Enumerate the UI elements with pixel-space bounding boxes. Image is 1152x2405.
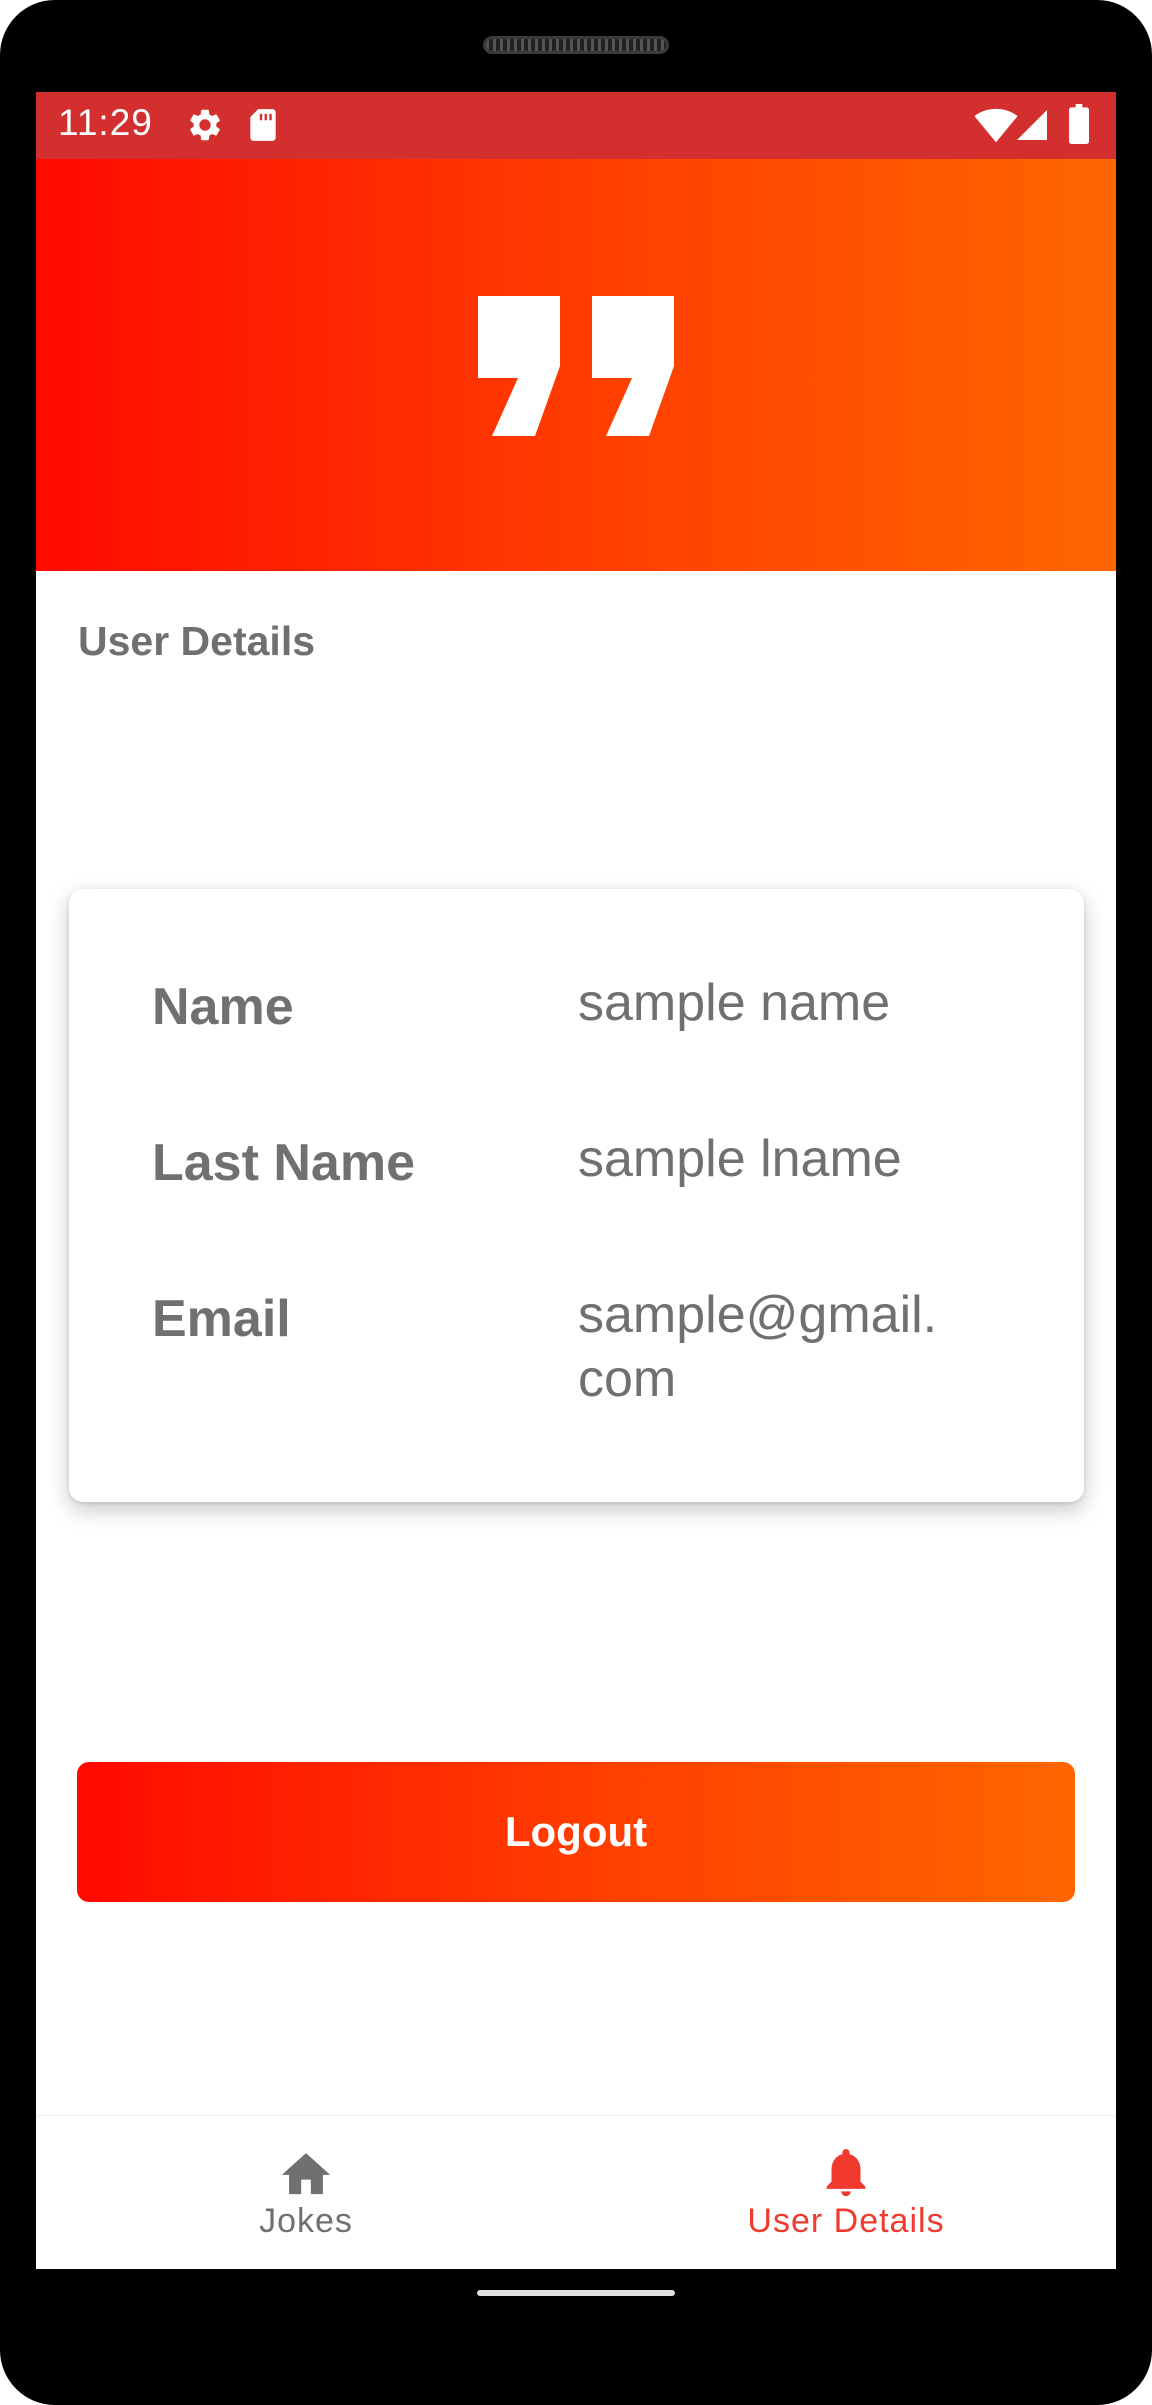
name-label: Name [152,978,294,1036]
last-name-label: Last Name [152,1134,415,1192]
bottom-navigation: Jokes User Details [36,2115,1116,2269]
signal-icon [1017,110,1047,140]
header-banner [36,159,1116,571]
email-value: sample@gmail.com [578,1286,938,1408]
nav-label-user-details: User Details [747,2202,945,2240]
home-indicator[interactable] [477,2290,675,2296]
gear-icon [190,109,220,141]
earpiece-speaker [483,36,669,54]
status-time: 11:29 [58,102,153,143]
nav-label-jokes: Jokes [259,2202,353,2240]
bell-icon [826,2149,866,2197]
battery-icon [1069,104,1089,144]
page-title: User Details [78,618,316,664]
nav-item-user-details[interactable]: User Details [576,2116,1116,2269]
name-value: sample name [578,974,891,1032]
app-screen: 11:29 User Details Name sample name Last… [36,92,1116,2269]
phone-frame: 11:29 User Details Name sample name Last… [0,0,1152,2405]
email-label: Email [152,1290,291,1348]
status-bar: 11:29 [36,92,1116,159]
sd-card-icon [250,109,276,141]
wifi-icon [974,108,1018,143]
quote-icon [478,296,674,436]
home-icon [281,2153,331,2195]
user-details-card: Name sample name Last Name sample lname … [69,889,1084,1502]
logout-button[interactable]: Logout [77,1762,1075,1902]
nav-item-jokes[interactable]: Jokes [36,2116,576,2269]
last-name-value: sample lname [578,1130,902,1188]
